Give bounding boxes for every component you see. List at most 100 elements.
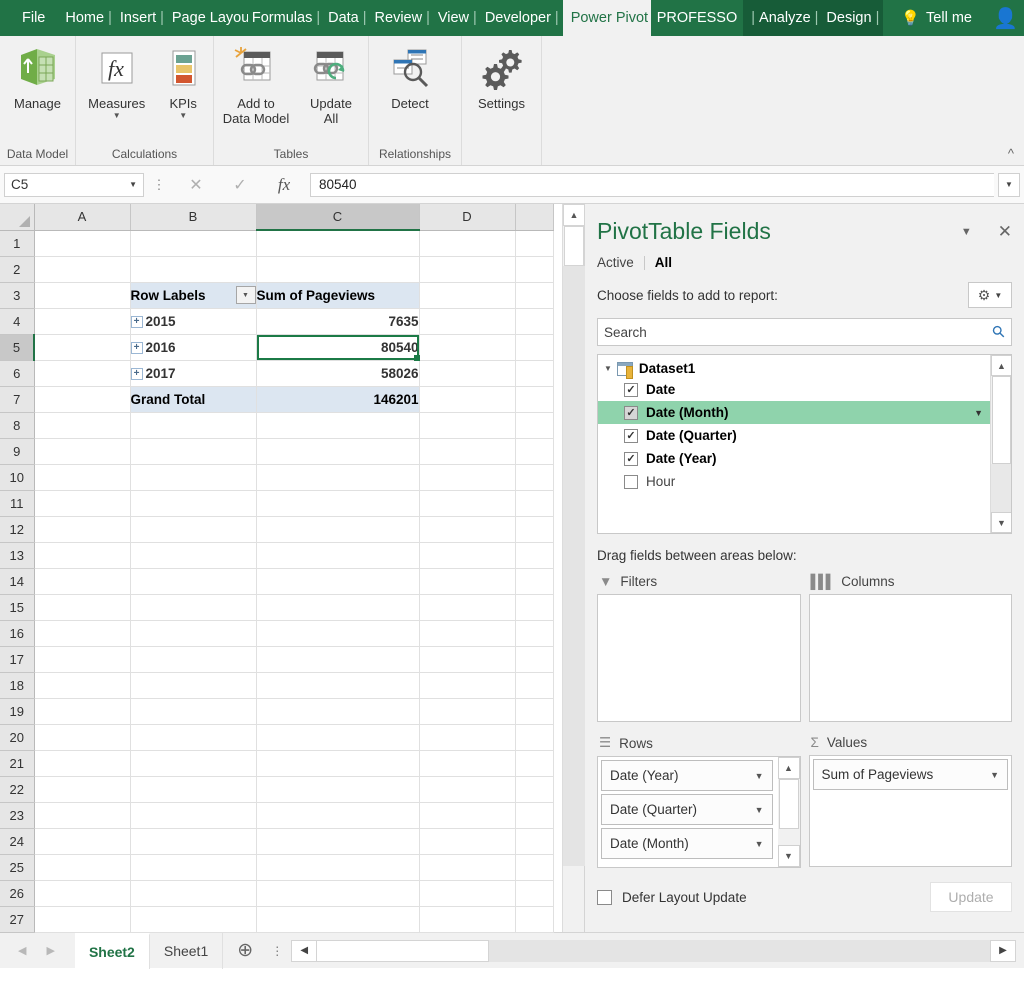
scroll-up-icon[interactable]: ▲ — [991, 355, 1011, 376]
field-search-input[interactable]: Search ⚲ — [597, 318, 1012, 346]
row-header-13[interactable]: 13 — [0, 542, 35, 569]
cell-d27[interactable] — [419, 906, 516, 933]
filter-dropdown-icon[interactable]: ▼ — [235, 286, 256, 304]
tab-power-pivot[interactable]: Power Pivot — [562, 0, 651, 36]
cell-d3[interactable] — [419, 282, 516, 309]
pane-tab-active[interactable]: Active — [597, 255, 634, 270]
expand-plus-icon[interactable]: + — [130, 315, 143, 328]
row-header-18[interactable]: 18 — [0, 672, 35, 699]
cell-a19[interactable] — [34, 698, 131, 725]
scroll-up-icon[interactable]: ▲ — [777, 757, 800, 779]
cell-a3[interactable] — [34, 282, 131, 309]
fx-icon[interactable]: fx — [262, 172, 306, 198]
tab-formulas[interactable]: Formulas | — [248, 0, 324, 36]
cell-d11[interactable] — [419, 490, 516, 517]
cell-c1[interactable] — [256, 230, 420, 257]
row-header-19[interactable]: 19 — [0, 698, 35, 725]
chevron-down-icon[interactable]: ▼ — [755, 805, 764, 815]
horizontal-scroll-track[interactable] — [489, 939, 990, 962]
cell-e17[interactable] — [515, 646, 554, 673]
cell-b12[interactable] — [130, 516, 257, 543]
row-header-1[interactable]: 1 — [0, 230, 35, 257]
tab-home[interactable]: Home | — [61, 0, 115, 36]
column-header-c[interactable]: C — [256, 204, 420, 231]
cell-e21[interactable] — [515, 750, 554, 777]
row-header-15[interactable]: 15 — [0, 594, 35, 621]
grid-vertical-scrollbar[interactable]: ▲ — [562, 204, 585, 932]
cell-b1[interactable] — [130, 230, 257, 257]
cell-c6-value[interactable]: 58026 — [256, 360, 420, 387]
cell-e20[interactable] — [515, 724, 554, 751]
cell-c11[interactable] — [256, 490, 420, 517]
cell-e5[interactable] — [515, 334, 554, 361]
cell-b20[interactable] — [130, 724, 257, 751]
cell-a22[interactable] — [34, 776, 131, 803]
cell-c24[interactable] — [256, 828, 420, 855]
cell-a24[interactable] — [34, 828, 131, 855]
plus-circle-icon[interactable]: ⊕ — [223, 939, 267, 962]
row-header-22[interactable]: 22 — [0, 776, 35, 803]
cell-b7-grand-total[interactable]: Grand Total — [130, 386, 257, 413]
chevron-down-icon[interactable]: ▼ — [755, 839, 764, 849]
row-header-14[interactable]: 14 — [0, 568, 35, 595]
cell-a1[interactable] — [34, 230, 131, 257]
checkbox-date[interactable]: ✓ — [624, 382, 638, 397]
tab-file[interactable]: File — [0, 0, 61, 36]
cell-e14[interactable] — [515, 568, 554, 595]
check-icon[interactable]: ✓ — [218, 172, 262, 198]
cell-c23[interactable] — [256, 802, 420, 829]
cell-d7[interactable] — [419, 386, 516, 413]
cell-e23[interactable] — [515, 802, 554, 829]
field-item-hour[interactable]: Hour — [598, 470, 1011, 493]
row-header-4[interactable]: 4 — [0, 308, 35, 335]
name-box[interactable]: C5 ▼ — [4, 172, 144, 197]
row-header-7[interactable]: 7 — [0, 386, 35, 413]
column-header-a[interactable]: A — [34, 204, 131, 231]
cell-e19[interactable] — [515, 698, 554, 725]
cell-d26[interactable] — [419, 880, 516, 907]
cell-a20[interactable] — [34, 724, 131, 751]
cell-b4-year[interactable]: +2015 — [130, 308, 257, 335]
cell-b16[interactable] — [130, 620, 257, 647]
cell-e27[interactable] — [515, 906, 554, 933]
cell-b19[interactable] — [130, 698, 257, 725]
row-header-10[interactable]: 10 — [0, 464, 35, 491]
cell-e9[interactable] — [515, 438, 554, 465]
triangle-right-icon[interactable]: ▶ — [46, 944, 54, 957]
cell-e13[interactable] — [515, 542, 554, 569]
expand-plus-icon[interactable]: + — [130, 367, 143, 380]
chevron-down-icon[interactable]: ▼ — [990, 770, 999, 780]
cell-c12[interactable] — [256, 516, 420, 543]
cell-b5-year[interactable]: +2016 — [130, 334, 257, 361]
rows-chip-date-month[interactable]: Date (Month) ▼ — [601, 828, 773, 859]
cell-c16[interactable] — [256, 620, 420, 647]
cell-e4[interactable] — [515, 308, 554, 335]
rows-scroll-track[interactable] — [778, 829, 800, 845]
formula-input[interactable]: 80540 — [310, 172, 994, 197]
cell-b11[interactable] — [130, 490, 257, 517]
close-icon[interactable]: ✕ — [998, 222, 1012, 242]
scroll-up-icon[interactable]: ▲ — [563, 204, 585, 226]
column-header-d[interactable]: D — [419, 204, 516, 231]
measures-button[interactable]: fx Measures ▼ — [78, 42, 155, 120]
cell-c3-value-header[interactable]: Sum of Pageviews — [256, 282, 420, 309]
checkbox-date-year[interactable]: ✓ — [624, 451, 638, 466]
field-list-scrollbar[interactable]: ▲ ▼ — [990, 355, 1011, 533]
scroll-down-icon[interactable]: ▼ — [991, 512, 1011, 533]
formula-bar-handle[interactable]: ⋮ — [148, 177, 170, 193]
cell-a12[interactable] — [34, 516, 131, 543]
tab-analyze[interactable]: | Analyze | — [743, 0, 822, 36]
person-add-icon[interactable]: 👤 — [993, 6, 1018, 31]
cell-e15[interactable] — [515, 594, 554, 621]
cell-a16[interactable] — [34, 620, 131, 647]
row-header-16[interactable]: 16 — [0, 620, 35, 647]
chevron-up-icon[interactable]: ^ — [1008, 146, 1014, 161]
row-header-5[interactable]: 5 — [0, 334, 35, 361]
values-chip-sum-of-pageviews[interactable]: Sum of Pageviews ▼ — [812, 759, 1008, 790]
field-list-scroll-track[interactable] — [991, 464, 1011, 512]
row-header-17[interactable]: 17 — [0, 646, 35, 673]
cell-b22[interactable] — [130, 776, 257, 803]
row-header-12[interactable]: 12 — [0, 516, 35, 543]
vertical-scroll-thumb[interactable] — [564, 226, 584, 266]
cell-b21[interactable] — [130, 750, 257, 777]
